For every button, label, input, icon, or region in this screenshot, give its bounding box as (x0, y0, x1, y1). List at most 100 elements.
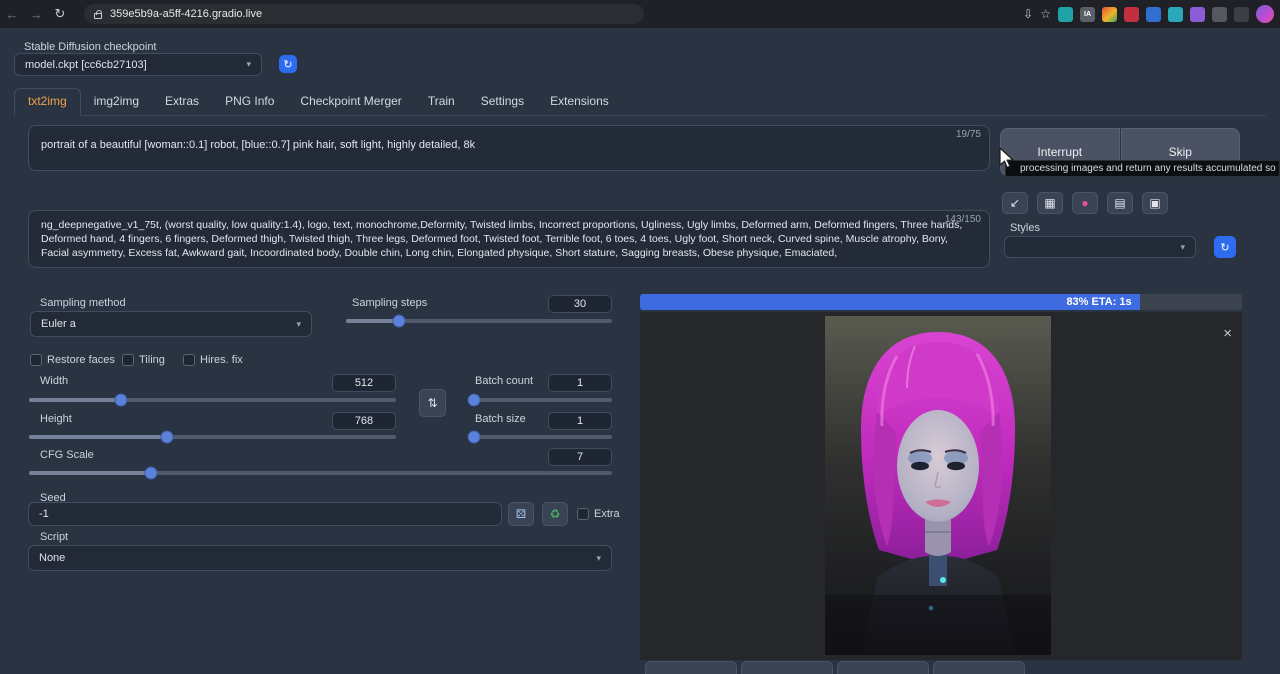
puzzle-extensions-icon[interactable] (1212, 7, 1227, 22)
lock-icon (94, 13, 102, 19)
browser-chrome: ← → ↻ 359e5b9a-a5ff-4216.gradio.live ⇩ ☆… (0, 0, 1280, 28)
prompt-box: portrait of a beautiful [woman::0.1] rob… (28, 125, 990, 171)
batch-size-input[interactable] (548, 412, 612, 430)
batch-count-label: Batch count (475, 375, 533, 387)
batch-count-input[interactable] (548, 374, 612, 392)
slider-handle[interactable] (467, 394, 480, 407)
clear-prompt-button[interactable]: ▦ (1037, 192, 1063, 214)
batch-size-label: Batch size (475, 413, 526, 425)
save-style-button[interactable]: ▣ (1142, 192, 1168, 214)
extra-networks-button[interactable]: ● (1072, 192, 1098, 214)
hires-fix-checkbox[interactable] (183, 354, 195, 366)
chevron-down-icon: ▾ (246, 59, 251, 70)
tab-extras[interactable]: Extras (152, 89, 212, 115)
refresh-checkpoint-button[interactable]: ↻ (279, 55, 297, 73)
random-seed-button[interactable]: ⚄ (508, 502, 534, 526)
browser-extension-icon[interactable] (1146, 7, 1161, 22)
browser-extension-icon[interactable]: IA (1080, 7, 1095, 22)
browser-extension-icon[interactable] (1168, 7, 1183, 22)
gallery-action-button[interactable] (645, 661, 737, 674)
sampling-steps-label: Sampling steps (352, 297, 427, 309)
hires-fix-label: Hires. fix (200, 354, 243, 366)
browser-extension-icon[interactable] (1124, 7, 1139, 22)
width-input[interactable] (332, 374, 396, 392)
recycle-icon: ♻ (550, 507, 561, 521)
cfg-scale-label: CFG Scale (40, 449, 94, 461)
seed-input[interactable] (28, 502, 502, 526)
sampling-steps-input[interactable] (548, 295, 612, 313)
clear-prompt-icon: ▦ (1044, 196, 1055, 210)
sd-webui: Stable Diffusion checkpoint model.ckpt [… (0, 28, 1280, 674)
extra-seed-checkbox[interactable] (577, 508, 589, 520)
checkpoint-label: Stable Diffusion checkpoint (24, 41, 157, 53)
gallery-action-button[interactable] (741, 661, 833, 674)
tiling-label: Tiling (139, 354, 165, 366)
generated-image[interactable] (825, 316, 1051, 655)
height-slider[interactable] (29, 435, 396, 439)
checkpoint-dropdown[interactable]: model.ckpt [cc6cb27103] ▾ (14, 53, 262, 76)
browser-toolbar-right: ⇩ ☆ IA (1023, 0, 1274, 28)
reload-icon[interactable]: ↻ (48, 6, 72, 22)
script-value: None (39, 552, 65, 564)
sampling-method-label: Sampling method (40, 297, 126, 309)
profile-avatar[interactable] (1256, 5, 1274, 23)
chevron-down-icon: ▾ (1180, 242, 1185, 253)
close-preview-icon[interactable]: × (1223, 326, 1232, 341)
script-dropdown[interactable]: None ▾ (28, 545, 612, 571)
prompt-token-counter: 19/75 (956, 129, 981, 140)
paste-generation-params-button[interactable]: ↙ (1002, 192, 1028, 214)
tab-img2img[interactable]: img2img (81, 89, 152, 115)
batch-size-slider[interactable] (468, 435, 612, 439)
sampling-method-dropdown[interactable]: Euler a ▾ (30, 311, 312, 337)
sampling-method-value: Euler a (41, 318, 76, 330)
slider-handle[interactable] (393, 315, 406, 328)
tab-png-info[interactable]: PNG Info (212, 89, 287, 115)
address-bar[interactable]: 359e5b9a-a5ff-4216.gradio.live (84, 4, 644, 24)
negative-prompt-box: ng_deepnegative_v1_75t, (worst quality, … (28, 210, 990, 268)
url-text[interactable]: 359e5b9a-a5ff-4216.gradio.live (110, 8, 262, 20)
tabs-divider (14, 115, 1266, 116)
main-tabs: txt2img img2img Extras PNG Info Checkpoi… (14, 90, 622, 115)
refresh-styles-button[interactable]: ↻ (1214, 236, 1236, 258)
tab-train[interactable]: Train (415, 89, 468, 115)
styles-dropdown[interactable]: ▾ (1004, 236, 1196, 258)
tab-extensions[interactable]: Extensions (537, 89, 622, 115)
tab-txt2img[interactable]: txt2img (14, 88, 81, 116)
back-icon[interactable]: ← (0, 7, 24, 22)
tab-settings[interactable]: Settings (468, 89, 537, 115)
side-panel-icon[interactable] (1234, 7, 1249, 22)
download-icon[interactable]: ⇩ (1023, 7, 1033, 21)
prompt-input[interactable]: portrait of a beautiful [woman::0.1] rob… (29, 126, 989, 170)
apply-style-icon: ▤ (1114, 196, 1125, 210)
output-gallery: × (640, 312, 1242, 660)
chevron-down-icon: ▾ (596, 553, 601, 564)
height-input[interactable] (332, 412, 396, 430)
browser-extension-icon[interactable] (1058, 7, 1073, 22)
slider-handle[interactable] (467, 431, 480, 444)
reuse-seed-button[interactable]: ♻ (542, 502, 568, 526)
negative-prompt-input[interactable]: ng_deepnegative_v1_75t, (worst quality, … (29, 211, 989, 267)
apply-style-button[interactable]: ▤ (1107, 192, 1133, 214)
browser-extension-icon[interactable] (1190, 7, 1205, 22)
cfg-scale-slider[interactable] (29, 471, 612, 475)
sampling-steps-slider[interactable] (346, 319, 612, 323)
tiling-checkbox[interactable] (122, 354, 134, 366)
slider-handle[interactable] (114, 394, 127, 407)
bookmark-star-icon[interactable]: ☆ (1040, 7, 1051, 21)
gallery-action-button[interactable] (837, 661, 929, 674)
browser-extension-icon[interactable] (1102, 7, 1117, 22)
slider-handle[interactable] (160, 431, 173, 444)
cfg-scale-input[interactable] (548, 448, 612, 466)
gallery-action-button[interactable] (933, 661, 1025, 674)
slider-handle[interactable] (145, 467, 158, 480)
forward-icon[interactable]: → (24, 7, 48, 22)
tab-checkpoint-merger[interactable]: Checkpoint Merger (287, 89, 414, 115)
progress-fill: 83% ETA: 1s (640, 294, 1140, 310)
width-slider[interactable] (29, 398, 396, 402)
swap-dims-icon: ⇅ (427, 396, 437, 410)
restore-faces-checkbox[interactable] (30, 354, 42, 366)
swap-width-height-button[interactable]: ⇅ (419, 389, 446, 417)
styles-label: Styles (1010, 222, 1040, 234)
batch-count-slider[interactable] (468, 398, 612, 402)
negative-prompt-token-counter: 143/150 (945, 214, 981, 225)
